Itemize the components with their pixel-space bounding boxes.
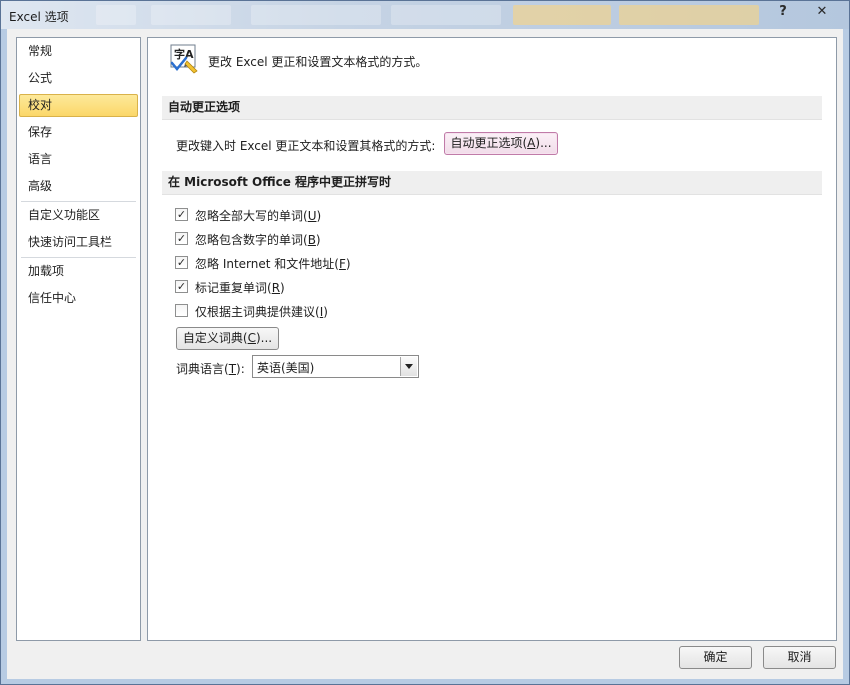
nav-item-save[interactable]: 保存 xyxy=(19,121,138,144)
help-button[interactable]: ? xyxy=(768,3,798,21)
nav-item-formulas[interactable]: 公式 xyxy=(19,67,138,90)
ignore-numbers-checkbox[interactable]: ✓ xyxy=(175,232,188,245)
chevron-down-icon[interactable] xyxy=(400,357,417,376)
ignore-uppercase-label: 忽略全部大写的单词(U) xyxy=(195,209,322,223)
section-autocorrect-options: 自动更正选项 xyxy=(162,96,822,120)
background-ribbon-blur xyxy=(251,5,381,25)
title-bar[interactable]: Excel 选项 ? ✕ xyxy=(1,1,849,29)
ignore-internet-label: 忽略 Internet 和文件地址(F) xyxy=(195,257,351,271)
excel-options-dialog: Excel 选项 ? ✕ 常规 公式 校对 保存 语言 高级 自定义功能区 快速… xyxy=(0,0,850,685)
custom-dictionaries-button[interactable]: 自定义词典(C)... xyxy=(176,327,279,350)
background-ribbon-blur xyxy=(96,5,136,25)
section-spelling-correction: 在 Microsoft Office 程序中更正拼写时 xyxy=(162,171,822,195)
window-title: Excel 选项 xyxy=(9,10,69,24)
dictionary-language-value: 英语(美国) xyxy=(257,361,315,375)
ok-button[interactable]: 确定 xyxy=(679,646,752,669)
autocorrect-description: 更改键入时 Excel 更正文本和设置其格式的方式: xyxy=(176,139,436,153)
proofing-panel: 字A 更改 Excel 更正和设置文本格式的方式。 自动更正选项 更改键入时 E… xyxy=(147,37,837,641)
nav-item-quick-access-toolbar[interactable]: 快速访问工具栏 xyxy=(19,231,138,254)
ignore-uppercase-checkbox[interactable]: ✓ xyxy=(175,208,188,221)
dictionary-language-select[interactable]: 英语(美国) xyxy=(252,355,419,378)
nav-separator xyxy=(21,201,136,202)
background-ribbon-blur xyxy=(151,5,231,25)
nav-item-customize-ribbon[interactable]: 自定义功能区 xyxy=(19,204,138,227)
abc-check-icon: 字A xyxy=(169,43,201,75)
ignore-numbers-label: 忽略包含数字的单词(B) xyxy=(195,233,321,247)
dictionary-language-label: 词典语言(T): xyxy=(176,362,245,376)
nav-item-proofing[interactable]: 校对 xyxy=(19,94,138,117)
background-ribbon-blur xyxy=(513,5,611,25)
nav-item-addins[interactable]: 加载项 xyxy=(19,260,138,283)
nav-item-general[interactable]: 常规 xyxy=(19,40,138,63)
nav-item-advanced[interactable]: 高级 xyxy=(19,175,138,198)
category-nav: 常规 公式 校对 保存 语言 高级 自定义功能区 快速访问工具栏 加载项 信任中… xyxy=(16,37,141,641)
close-button[interactable]: ✕ xyxy=(807,3,837,21)
main-dictionary-label: 仅根据主词典提供建议(I) xyxy=(195,305,328,319)
main-dictionary-checkbox[interactable] xyxy=(175,304,188,317)
nav-item-trust-center[interactable]: 信任中心 xyxy=(19,287,138,310)
flag-repeated-checkbox[interactable]: ✓ xyxy=(175,280,188,293)
autocorrect-options-button[interactable]: 自动更正选项(A)... xyxy=(444,132,558,155)
cancel-button[interactable]: 取消 xyxy=(763,646,836,669)
dialog-client-area: 常规 公式 校对 保存 语言 高级 自定义功能区 快速访问工具栏 加载项 信任中… xyxy=(7,29,843,679)
page-description: 更改 Excel 更正和设置文本格式的方式。 xyxy=(208,55,428,69)
ignore-internet-checkbox[interactable]: ✓ xyxy=(175,256,188,269)
nav-item-language[interactable]: 语言 xyxy=(19,148,138,171)
background-ribbon-blur xyxy=(391,5,501,25)
flag-repeated-label: 标记重复单词(R) xyxy=(195,281,285,295)
background-ribbon-blur xyxy=(619,5,759,25)
nav-separator xyxy=(21,257,136,258)
